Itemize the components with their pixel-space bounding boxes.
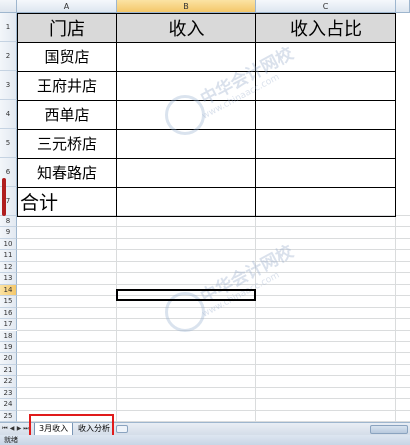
row-header[interactable]: 2 — [0, 42, 17, 71]
row-header[interactable]: 12 — [0, 261, 17, 274]
gridline — [17, 352, 410, 354]
prev-sheet-icon[interactable]: ◀ — [9, 425, 15, 433]
gridline — [255, 216, 256, 422]
row-header[interactable]: 8 — [0, 216, 17, 228]
header-cell-store[interactable]: 门店 — [17, 13, 117, 42]
column-header-b[interactable]: B — [117, 0, 256, 13]
watermark-logo-icon — [165, 95, 205, 135]
gridline — [395, 216, 396, 422]
column-header-c[interactable]: C — [256, 0, 396, 13]
gridline — [17, 318, 410, 320]
status-bar: 就绪 — [0, 435, 410, 445]
gridline — [17, 260, 410, 262]
red-highlight-box — [29, 414, 114, 437]
row-header[interactable]: 13 — [0, 273, 17, 285]
gridline — [116, 216, 117, 422]
next-sheet-icon[interactable]: ▶ — [16, 425, 22, 433]
gridline — [17, 375, 410, 377]
store-cell[interactable]: 知春路店 — [17, 158, 117, 187]
table-border — [17, 71, 396, 72]
select-all-corner[interactable] — [0, 0, 17, 13]
row-header[interactable]: 4 — [0, 100, 17, 129]
row-header[interactable]: 15 — [0, 296, 17, 308]
gridline — [17, 237, 410, 239]
table-border — [17, 13, 18, 216]
column-header-a[interactable]: A — [17, 0, 117, 13]
total-label-cell[interactable]: 合计 — [17, 187, 117, 216]
row-header[interactable]: 16 — [0, 307, 17, 320]
row-header[interactable]: 17 — [0, 319, 17, 331]
table-border — [17, 216, 396, 217]
row-header[interactable]: 1 — [0, 13, 17, 42]
gridline — [17, 272, 410, 274]
first-sheet-icon[interactable]: ⏮ — [2, 425, 8, 433]
row-header[interactable]: 22 — [0, 376, 17, 388]
row-header[interactable]: 3 — [0, 71, 17, 100]
table-border — [17, 129, 396, 130]
store-cell[interactable]: 三元桥店 — [17, 129, 117, 158]
row-header[interactable]: 11 — [0, 250, 17, 262]
row-header[interactable]: 23 — [0, 387, 17, 400]
row-header[interactable]: 10 — [0, 238, 17, 251]
row-header[interactable]: 19 — [0, 341, 17, 354]
gridline — [17, 398, 410, 400]
status-ready: 就绪 — [4, 436, 18, 444]
row-header[interactable]: 21 — [0, 364, 17, 377]
row-header[interactable]: 9 — [0, 227, 17, 239]
gridline — [17, 329, 410, 331]
table-border — [17, 187, 396, 188]
row-header[interactable]: 18 — [0, 330, 17, 342]
gridline — [17, 340, 410, 342]
table-border — [395, 13, 396, 216]
header-cell-revenue[interactable]: 收入 — [117, 13, 256, 42]
row-header[interactable]: 14 — [0, 284, 17, 297]
spreadsheet-grid[interactable]: A B C 1 2 3 4 5 6 7 8 9 10 11 12 13 14 15 16 17 18 19 20 21 2… — [0, 0, 410, 423]
store-cell[interactable]: 国贸店 — [17, 42, 117, 71]
table-border — [255, 13, 256, 216]
row-header[interactable]: 5 — [0, 129, 17, 158]
store-cell[interactable]: 王府井店 — [17, 71, 117, 100]
table-border — [17, 13, 396, 14]
insert-sheet-icon[interactable] — [116, 425, 128, 433]
table-border — [116, 13, 117, 216]
table-border — [17, 158, 396, 159]
store-cell[interactable]: 西单店 — [17, 100, 117, 129]
gridline — [17, 386, 410, 388]
gridline — [17, 226, 410, 228]
active-cell-b14[interactable] — [116, 289, 256, 301]
row-header[interactable]: 20 — [0, 353, 17, 365]
horizontal-scrollbar[interactable] — [370, 425, 408, 434]
gridline — [17, 249, 410, 251]
gridline — [17, 409, 410, 411]
column-header-d[interactable] — [396, 0, 410, 13]
table-border — [17, 42, 396, 43]
gridline — [17, 363, 410, 365]
red-annotation-mark — [2, 178, 6, 216]
row-header[interactable]: 24 — [0, 399, 17, 411]
header-cell-revenue-share[interactable]: 收入占比 — [256, 13, 396, 42]
row-header[interactable]: 25 — [0, 410, 17, 423]
